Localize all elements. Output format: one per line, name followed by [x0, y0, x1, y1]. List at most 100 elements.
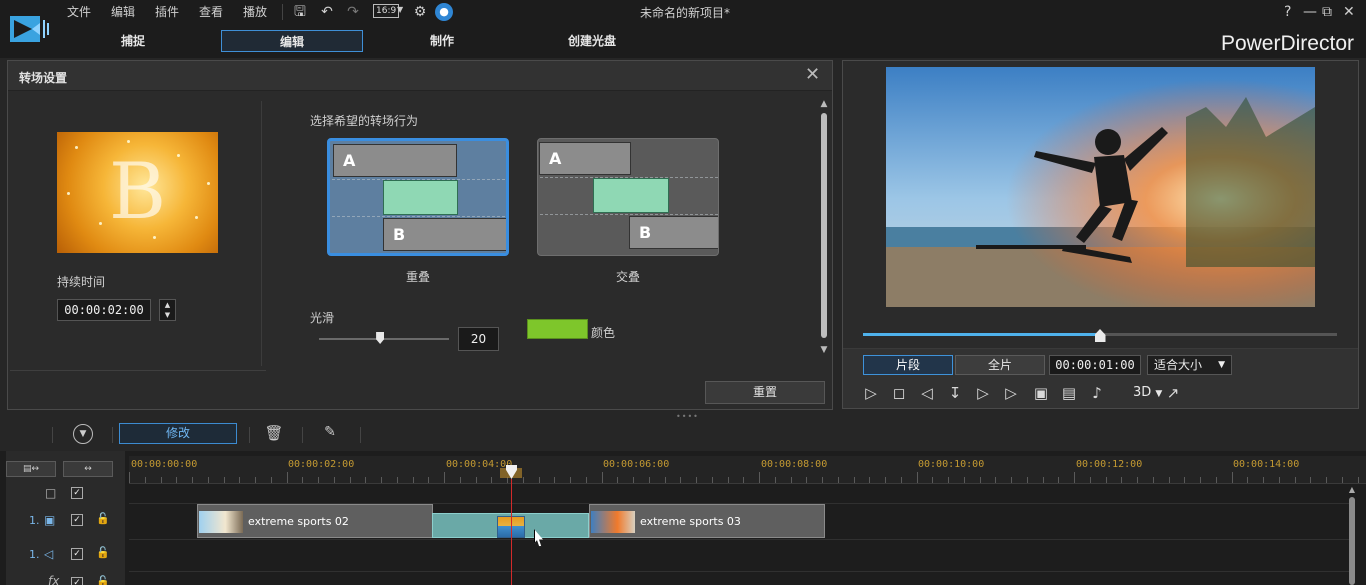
close-icon[interactable]: ✕	[805, 64, 820, 85]
audio-track-checkbox[interactable]: ✓	[71, 548, 83, 560]
menu-view[interactable]: 查看	[199, 3, 223, 20]
ruler-tick	[144, 477, 146, 483]
ruler-tick	[1011, 477, 1012, 483]
ruler-tick	[995, 477, 997, 483]
stop-icon[interactable]: ◻	[888, 382, 910, 404]
timeline-ruler[interactable]: 00:00:00:00 00:00:02:00 00:00:04:00 00:0…	[129, 456, 1366, 484]
behavior-overlap-option[interactable]: A B 重叠	[327, 138, 509, 284]
close-window-button[interactable]: ✕	[1343, 4, 1355, 20]
smooth-value-input[interactable]: 20	[458, 327, 499, 351]
timeline-scrollbar[interactable]: ▲	[1348, 485, 1356, 585]
overlap-diagram: A B	[327, 138, 509, 256]
save-icon[interactable]: 🖫	[291, 3, 309, 21]
zoom-timeline-icon[interactable]: ↔	[63, 461, 113, 477]
tab-create-disc[interactable]: 创建光盘	[521, 30, 663, 52]
master-track-checkbox[interactable]: ✓	[71, 487, 83, 499]
fast-forward-icon[interactable]: ▷	[1000, 382, 1022, 404]
clip-thumbnail	[591, 511, 635, 533]
restore-button[interactable]: ⧉	[1322, 4, 1332, 20]
menu-plugins[interactable]: 插件	[155, 3, 179, 20]
lock-icon[interactable]: 🔓	[96, 512, 110, 525]
undock-window-icon[interactable]: ↗	[1162, 382, 1184, 404]
ruler-tick	[522, 477, 524, 483]
tab-produce[interactable]: 制作	[371, 30, 513, 52]
tab-capture[interactable]: 捕捉	[62, 30, 204, 52]
next-frame-icon[interactable]: ▷	[972, 382, 994, 404]
minimize-button[interactable]: —	[1303, 4, 1317, 20]
menu-file[interactable]: 文件	[67, 3, 91, 20]
panel-scrollbar[interactable]: ▲ ▼	[819, 99, 829, 355]
ruler-tick	[459, 477, 461, 483]
ruler-tick	[1231, 472, 1233, 483]
duration-stepper[interactable]: ▲ ▼	[159, 299, 176, 321]
preview-scrub-thumb[interactable]	[1094, 329, 1106, 342]
play-icon[interactable]: ▷	[860, 382, 882, 404]
behavior-cross-label: 交叠	[615, 270, 640, 284]
scrollbar-thumb[interactable]	[821, 113, 827, 338]
fit-timeline-icon[interactable]: ▤↔	[6, 461, 56, 477]
chevron-down-icon: ▼	[1218, 360, 1225, 370]
ruler-tick	[1263, 477, 1264, 483]
ruler-tick	[948, 477, 949, 483]
camera-snapshot-icon[interactable]: ▣	[1030, 382, 1052, 404]
step-up-icon[interactable]: ▲	[160, 300, 175, 310]
ruler-tick	[1357, 477, 1359, 483]
tab-edit[interactable]: 编辑	[221, 30, 363, 52]
help-button[interactable]: ?	[1284, 4, 1291, 20]
notification-bell-icon[interactable]: ●	[435, 3, 453, 21]
ruler-tick	[806, 477, 808, 483]
preview-timecode[interactable]: 00:00:01:00	[1049, 355, 1141, 375]
ruler-tick	[1215, 477, 1217, 483]
clip-mode-button[interactable]: 片段	[863, 355, 953, 375]
take-snapshot-marker-icon[interactable]: ↧	[944, 382, 966, 404]
duration-input[interactable]: 00:00:02:00	[57, 299, 151, 321]
ruler-tick	[1341, 477, 1343, 483]
redo-icon[interactable]: ↷	[344, 3, 362, 21]
audio-track-number: 1.	[29, 548, 40, 561]
step-down-icon[interactable]: ▼	[160, 310, 175, 320]
ruler-label: 00:00:10:00	[918, 459, 985, 470]
scroll-up-icon[interactable]: ▲	[819, 99, 829, 109]
smooth-label: 光滑	[310, 311, 335, 325]
ruler-tick	[1184, 477, 1186, 483]
previous-frame-icon[interactable]: ◁	[916, 382, 938, 404]
menu-edit[interactable]: 编辑	[111, 3, 135, 20]
video-clip[interactable]: extreme sports 03	[589, 504, 825, 538]
toolbar-separator	[112, 427, 113, 443]
ruler-tick	[396, 477, 398, 483]
aspect-ratio-selector[interactable]: 16:9	[373, 4, 400, 18]
trash-icon[interactable]: 🗑	[264, 424, 284, 444]
toolbar-separator	[360, 427, 361, 443]
undo-icon[interactable]: ↶	[318, 3, 336, 21]
color-swatch[interactable]	[527, 319, 588, 339]
menu-playback[interactable]: 播放	[243, 3, 267, 20]
video-clip[interactable]: extreme sports 02	[197, 504, 433, 538]
reset-button[interactable]: 重置	[705, 381, 825, 404]
behavior-cross-option[interactable]: A B 交叠	[537, 138, 719, 284]
3d-toggle[interactable]: 3D ▼	[1133, 382, 1162, 405]
ruler-tick	[916, 472, 918, 483]
video-track-checkbox[interactable]: ✓	[71, 514, 83, 526]
subtitle-icon[interactable]: ▤	[1058, 382, 1080, 404]
lane-b: B	[629, 216, 718, 249]
lock-icon[interactable]: 🔓	[96, 575, 110, 585]
aspect-ratio-dropdown-icon[interactable]: ▼	[397, 5, 403, 14]
lock-icon[interactable]: 🔓	[96, 546, 110, 559]
scroll-down-icon[interactable]: ▼	[819, 345, 829, 355]
ruler-tick	[223, 477, 225, 483]
fx-track-checkbox[interactable]: ✓	[71, 577, 83, 585]
modify-button[interactable]: 修改	[119, 423, 237, 444]
clip-properties-icon[interactable]: ✎	[320, 424, 340, 444]
scroll-up-icon[interactable]: ▲	[1348, 485, 1356, 494]
settings-gear-icon[interactable]: ⚙	[411, 3, 429, 21]
ruler-tick	[412, 477, 414, 483]
ruler-tick	[963, 477, 965, 483]
scrollbar-thumb[interactable]	[1349, 497, 1355, 585]
ruler-tick	[270, 477, 272, 483]
overlap-region	[383, 180, 458, 215]
smooth-slider-thumb[interactable]	[376, 332, 385, 344]
zoom-fit-select[interactable]: 适合大小 ▼	[1147, 355, 1232, 375]
movie-mode-button[interactable]: 全片	[955, 355, 1045, 375]
volume-icon[interactable]: ♪	[1086, 382, 1108, 404]
collapse-icon[interactable]: ▼	[73, 424, 93, 444]
